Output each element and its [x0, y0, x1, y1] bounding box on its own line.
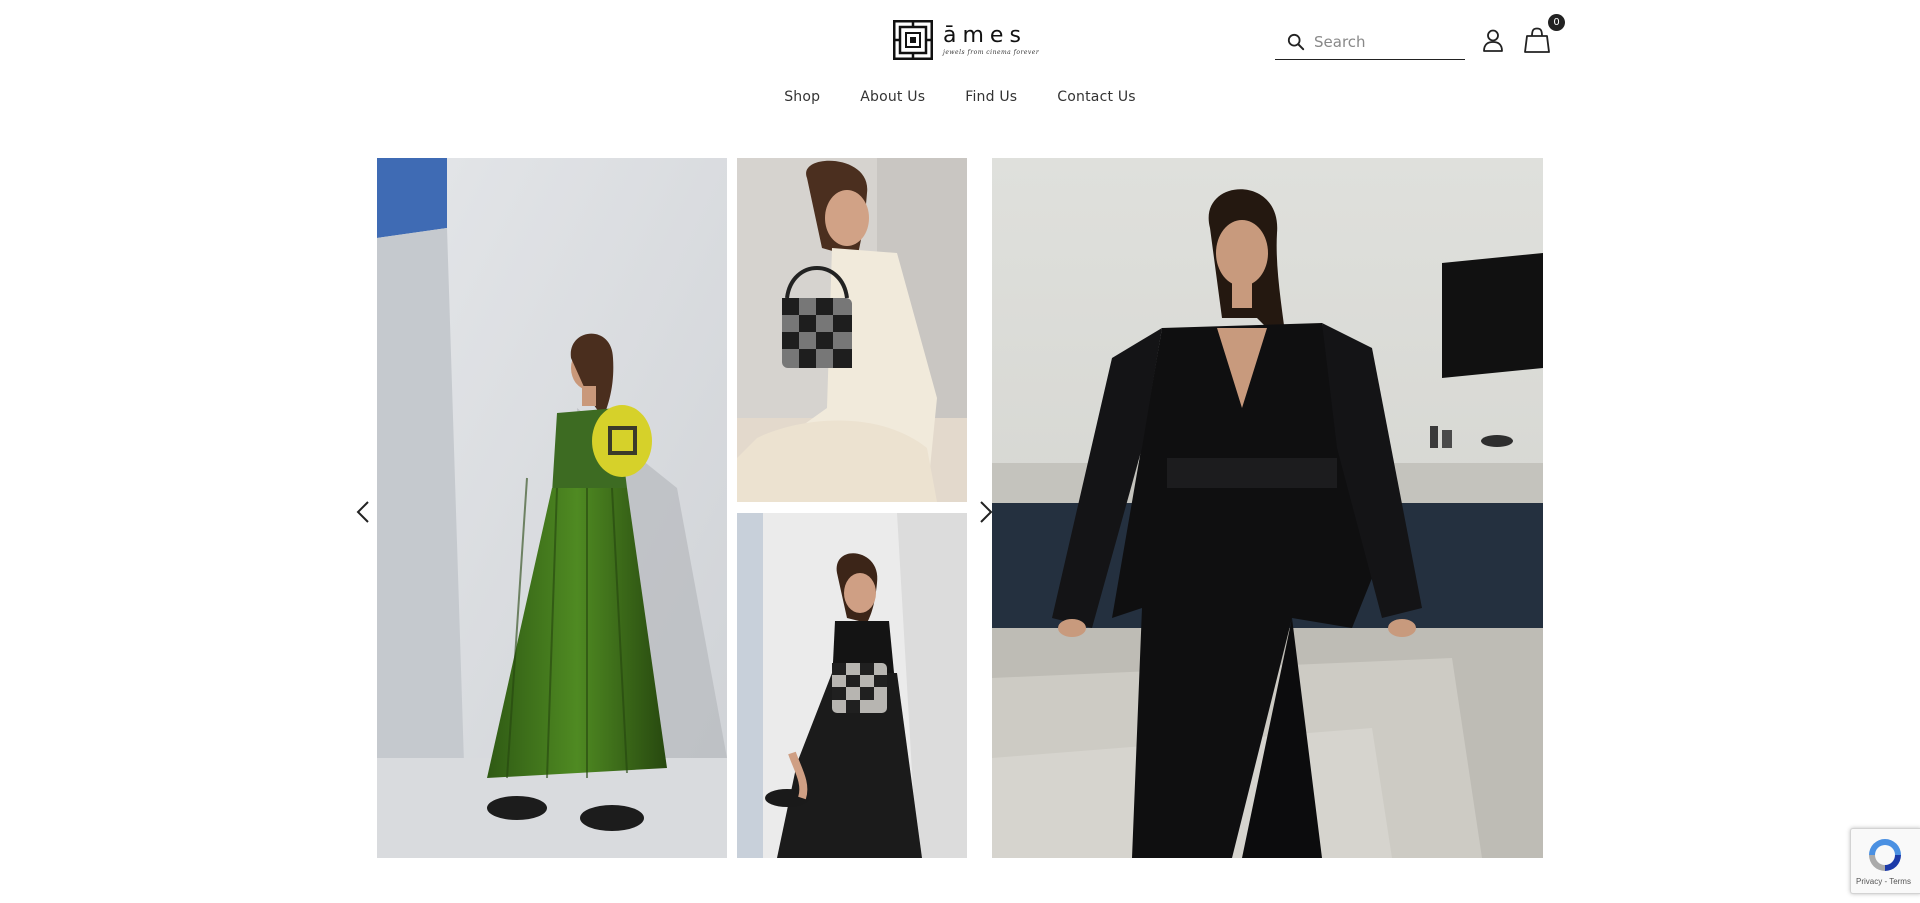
logo-text: āmes jewels from cinema forever	[943, 22, 1040, 56]
black-suit-photo	[992, 158, 1543, 858]
search-icon[interactable]	[1287, 33, 1305, 51]
brand-tagline: jewels from cinema forever	[943, 48, 1040, 56]
recaptcha-badge[interactable]: Privacy - Terms	[1850, 828, 1920, 894]
brand-name: āmes	[943, 22, 1027, 48]
main-nav: Shop About Us Find Us Contact Us	[0, 89, 1920, 105]
carousel-slide-black-suit[interactable]	[992, 158, 1543, 858]
black-dress-photo	[737, 513, 967, 858]
shopping-bag-icon[interactable]	[1524, 27, 1550, 53]
page: āmes jewels from cinema forever 0 Shop A…	[0, 0, 1920, 903]
account-icon[interactable]	[1481, 28, 1505, 52]
nav-item-contact-us[interactable]: Contact Us	[1057, 89, 1135, 105]
search-bar	[1275, 24, 1465, 60]
nav-item-find-us[interactable]: Find Us	[965, 89, 1017, 105]
recaptcha-icon	[1869, 839, 1901, 871]
nav-item-shop[interactable]: Shop	[784, 89, 820, 105]
cart-count-badge: 0	[1548, 14, 1565, 31]
cream-dress-photo	[737, 158, 967, 502]
carousel-slide-green-dress[interactable]	[377, 158, 727, 858]
green-dress-photo	[377, 158, 727, 858]
carousel-slide-black-dress[interactable]	[737, 513, 967, 858]
carousel-prev-arrow-icon[interactable]	[355, 500, 371, 524]
brand-logo[interactable]: āmes jewels from cinema forever	[893, 19, 1039, 61]
search-input[interactable]	[1314, 32, 1454, 51]
nav-item-about-us[interactable]: About Us	[860, 89, 925, 105]
logo-mark-icon	[893, 20, 933, 60]
carousel-slide-cream-dress[interactable]	[737, 158, 967, 502]
recaptcha-links[interactable]: Privacy - Terms	[1856, 877, 1911, 886]
